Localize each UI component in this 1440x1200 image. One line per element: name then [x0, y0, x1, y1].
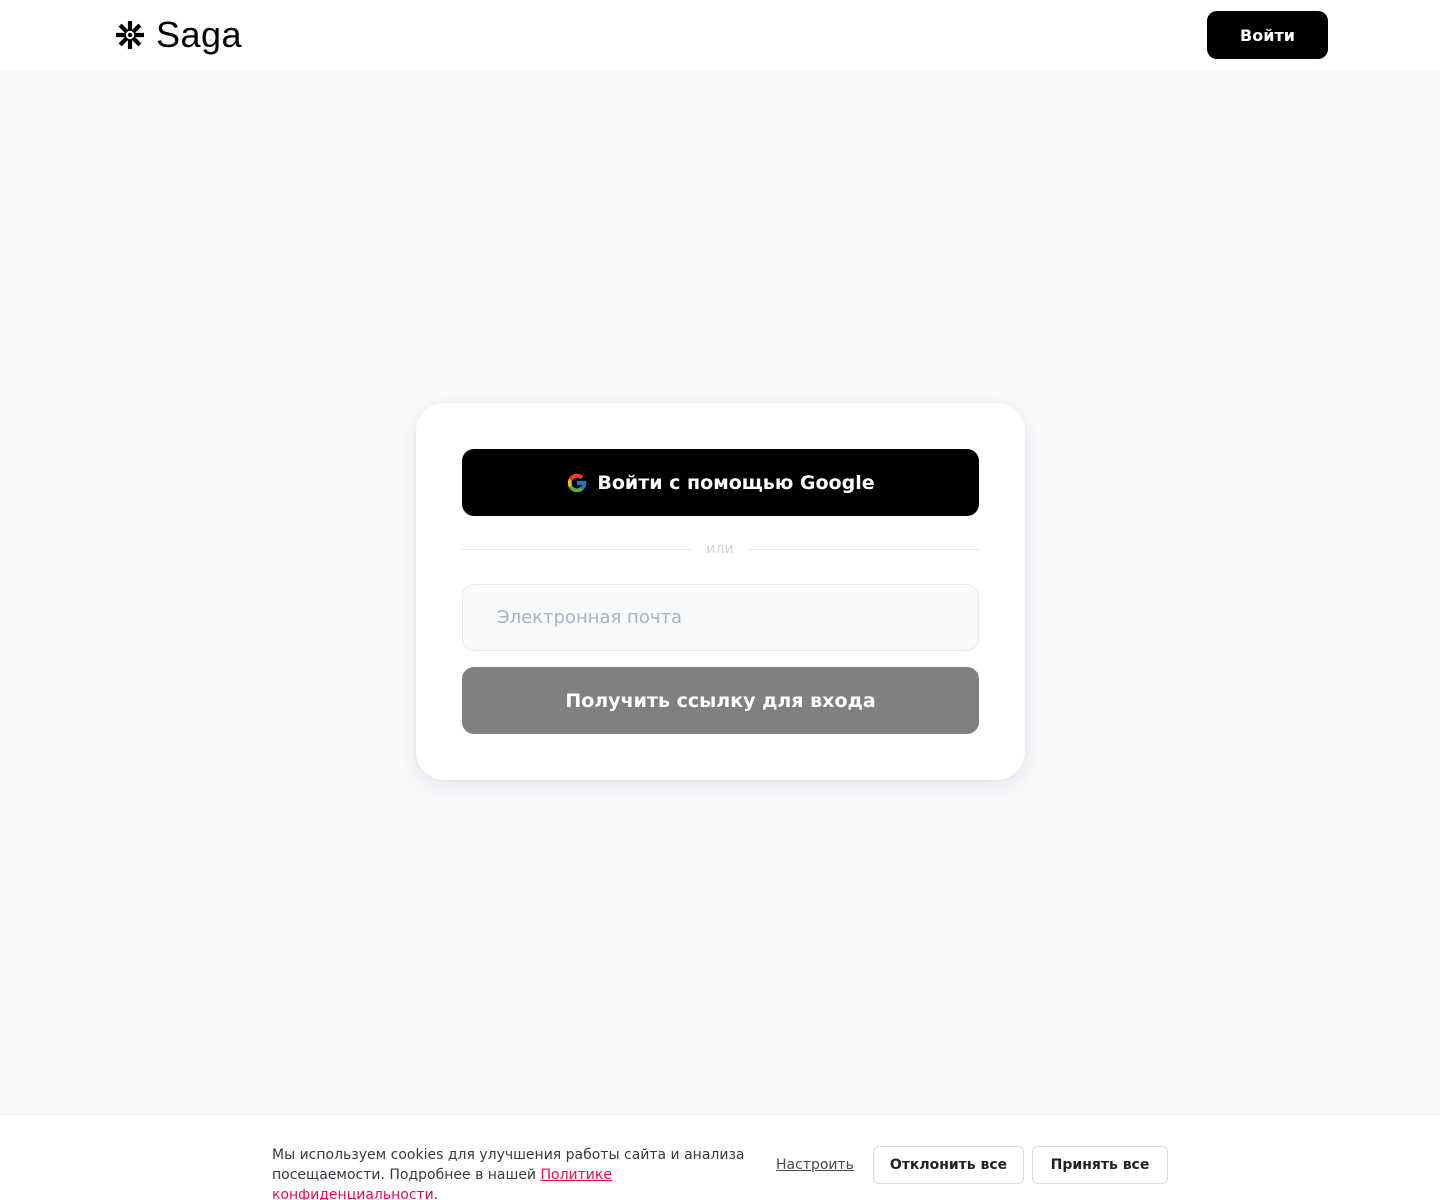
- email-field[interactable]: [462, 584, 979, 651]
- cookie-settings-link[interactable]: Настроить: [776, 1155, 854, 1175]
- asterisk-logo-icon: [116, 21, 144, 49]
- accept-all-button[interactable]: Принять все: [1032, 1146, 1168, 1184]
- decline-all-button[interactable]: Отклонить все: [873, 1146, 1024, 1184]
- google-login-label: Войти с помощью Google: [597, 471, 875, 494]
- header-login-button[interactable]: Войти: [1207, 11, 1328, 59]
- google-g-icon: [568, 473, 587, 492]
- cookie-message-text: Мы используем cookies для улучшения рабо…: [272, 1147, 745, 1183]
- divider-label: или: [706, 541, 734, 557]
- saga-logo[interactable]: Saga: [114, 14, 242, 56]
- cookie-message-end: .: [433, 1187, 439, 1200]
- get-login-link-button[interactable]: Получить ссылку для входа: [462, 667, 979, 734]
- login-card: Войти с помощью Google или Получить ссыл…: [416, 403, 1025, 780]
- or-divider: или: [462, 539, 979, 559]
- top-header: Saga Войти: [0, 0, 1440, 70]
- cookie-message: Мы используем cookies для улучшения рабо…: [272, 1145, 752, 1200]
- divider-line-right: [749, 549, 979, 550]
- logo-text: Saga: [156, 14, 243, 55]
- google-login-button[interactable]: Войти с помощью Google: [462, 449, 979, 516]
- cookie-banner: Мы используем cookies для улучшения рабо…: [0, 1114, 1440, 1200]
- divider-line-left: [462, 549, 691, 550]
